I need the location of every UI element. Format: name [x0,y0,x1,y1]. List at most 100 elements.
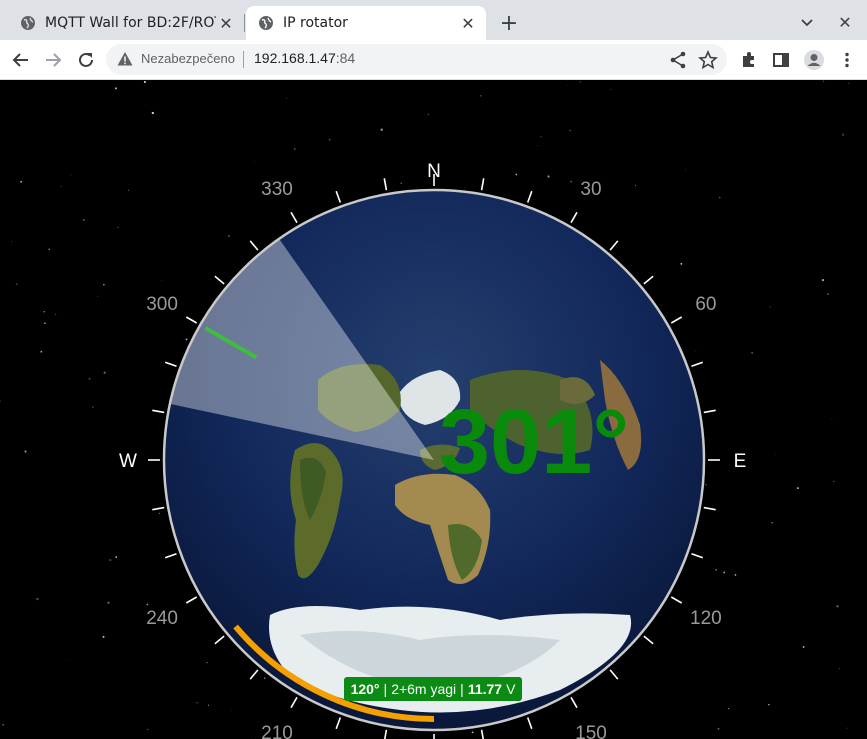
star [842,133,845,136]
star [107,601,110,604]
tab-search-icon[interactable] [796,11,818,33]
close-tab-icon[interactable]: ✕ [216,13,236,33]
star [263,677,266,680]
tick-mark [290,696,298,709]
window-close-icon[interactable]: ✕ [834,11,856,33]
star [328,138,331,141]
star [158,512,160,514]
tab-mqtt-wall[interactable]: MQTT Wall for BD:2F/ROT ✕ [8,6,244,40]
tick-mark [335,717,342,730]
tick-mark [249,240,259,251]
share-icon[interactable] [668,50,688,70]
star [727,707,730,710]
tick-mark [214,635,225,645]
star [848,83,850,84]
side-panel-button[interactable] [768,47,794,73]
tick-mark [383,178,388,191]
star [695,351,697,352]
antenna-name: 2+6m yagi [391,681,457,697]
star [253,161,255,162]
star [11,241,13,243]
beam-width-value: 120° [350,681,380,697]
star [427,113,429,115]
star [109,559,112,562]
star [570,180,573,183]
star [833,480,835,483]
menu-button[interactable] [834,47,860,73]
tick-mark [164,361,177,368]
extensions-button[interactable] [736,47,762,73]
star [823,80,825,82]
star [774,454,776,455]
tick-mark [480,178,485,191]
reload-button[interactable] [73,47,99,73]
star [196,702,198,704]
degree-label: 210 [261,723,293,739]
tick-mark [152,506,165,511]
star [48,248,50,250]
profile-button[interactable] [801,47,827,73]
star [719,196,721,199]
tick-mark [152,409,165,414]
bookmark-star-icon[interactable] [698,50,718,70]
tick-mark [609,240,619,251]
star [480,95,482,97]
star [827,293,829,295]
star [115,556,118,558]
star [634,185,636,187]
star [143,80,146,84]
rotator-page: N E S W 3060120150210240300330 301° 120°… [0,80,867,739]
tick-mark [185,316,198,324]
tick-mark [703,506,716,511]
url-text[interactable]: 192.168.1.47:84 [254,50,355,66]
tick-mark [570,696,578,709]
star [768,704,770,706]
star [206,661,208,664]
tick-mark [335,190,342,203]
star [161,280,162,281]
star [146,603,149,606]
star [44,322,46,324]
forward-button[interactable] [40,47,66,73]
security-status[interactable]: Nezabezpečeno [141,51,235,66]
tick-mark [164,552,177,559]
reload-icon [79,52,93,67]
star [515,173,518,176]
star [723,571,726,574]
tab-ip-rotator[interactable]: IP rotator ✕ [246,6,486,40]
close-tab-icon[interactable]: ✕ [458,13,478,33]
omnibox-divider [243,51,244,68]
star [831,418,833,420]
star [40,350,43,353]
degree-label: 120 [690,608,722,629]
tick-mark [249,669,259,680]
star [82,218,85,221]
star [227,235,230,237]
cardinal-east: E [734,451,747,472]
tick-mark [526,717,533,730]
rotator-dial[interactable]: N E S W 3060120150210240300330 301° [0,80,867,739]
star [846,727,848,729]
star [103,284,105,286]
separator: | [383,681,388,697]
star [207,704,210,706]
star [579,81,581,83]
star [715,569,717,571]
tick-mark [691,361,704,368]
star [684,169,686,171]
back-button[interactable] [8,47,34,73]
star [567,84,568,86]
tick-mark [643,275,654,285]
tick-mark [703,409,716,414]
new-tab-button[interactable]: + [497,11,521,36]
star [117,226,119,229]
star [569,129,571,132]
address-bar[interactable]: Nezabezpečeno 192.168.1.47:84 [106,44,727,75]
star [705,484,707,486]
tick-mark [643,635,654,645]
avatar-icon [804,50,824,70]
status-bar: 120° | 2+6m yagi | 11.77 V [344,677,522,701]
warning-icon[interactable] [117,51,133,67]
star [0,400,1,402]
star [536,145,538,146]
